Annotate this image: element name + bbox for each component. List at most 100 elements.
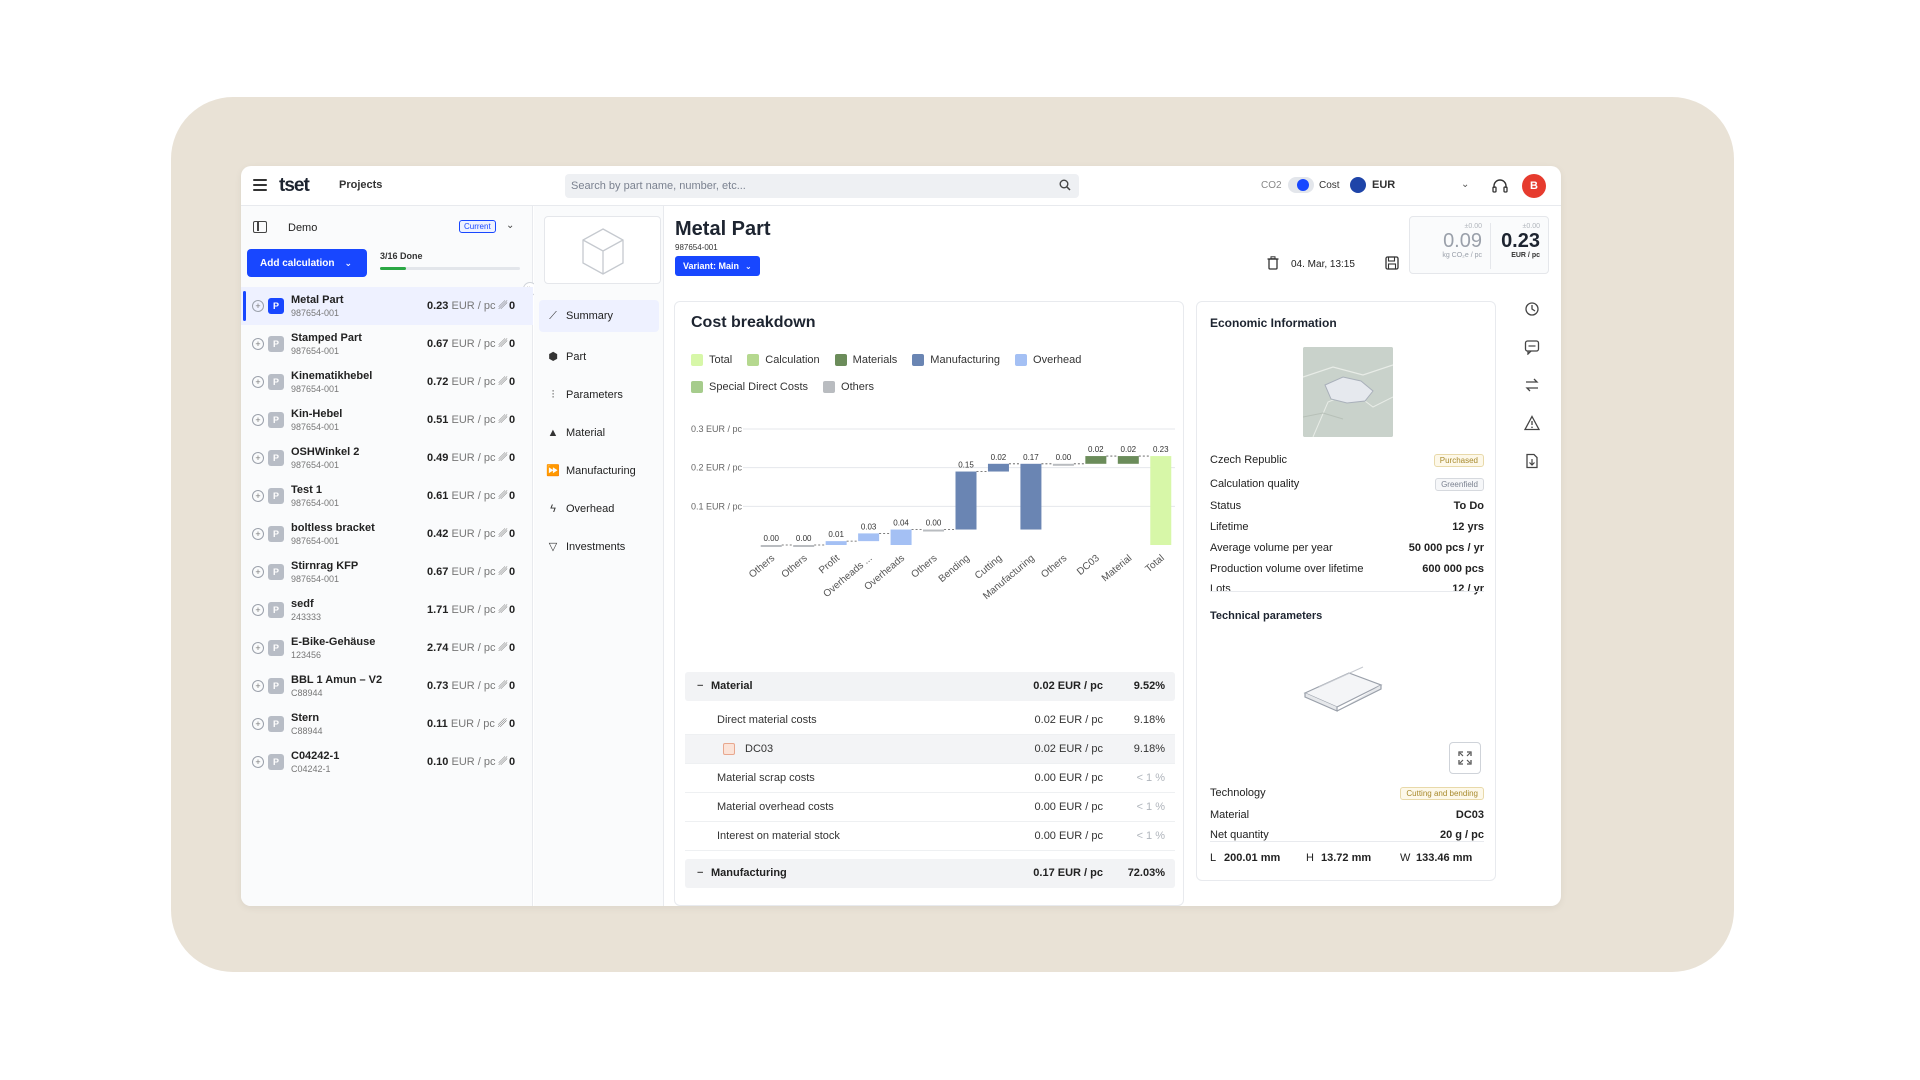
cost-sub-row[interactable]: Direct material costs 0.02 EUR / pc 9.18% [685, 706, 1175, 735]
legend-item[interactable]: Manufacturing [912, 346, 1000, 373]
nav-item-overhead[interactable]: ϟ Overhead [534, 490, 664, 528]
part-list-item[interactable]: + Psedf 243333 1.71 EUR / pc ␥ 0 [241, 591, 533, 629]
projects-link[interactable]: Projects [339, 179, 382, 191]
part-price: 0.10 EUR / pc ␥ [427, 756, 507, 769]
part-list-item[interactable]: + P Kin-Hebel 987654-001 0.51 EUR / pc ␥ 0 [241, 401, 533, 439]
part-thumbnail[interactable] [544, 216, 661, 284]
waterfall-bar[interactable] [987, 463, 1009, 472]
cost-sub-row[interactable]: DC03 0.02 EUR / pc 9.18% [685, 735, 1175, 764]
cost-sub-row[interactable]: Interest on material stock 0.00 EUR / pc <… [685, 822, 1175, 851]
history-icon[interactable] [1524, 301, 1540, 317]
waterfall-chart: 0.3 EUR / pc 0.2 EUR / pc 0.1 EUR / pc 0.00… [691, 424, 1175, 602]
add-circle-icon[interactable]: + [252, 490, 264, 502]
nav-item-summary[interactable]: ⟋ Summary [539, 300, 659, 332]
add-circle-icon[interactable]: + [252, 528, 264, 540]
search-input[interactable] [565, 174, 1035, 198]
warning-icon[interactable] [1524, 415, 1540, 431]
add-circle-icon[interactable]: + [252, 604, 264, 616]
part-3d-preview[interactable] [1297, 657, 1387, 717]
chevron-down-icon[interactable]: ⌄ [506, 220, 514, 231]
data-label: 0.02 [991, 453, 1007, 462]
nav-item-label: Parameters [566, 389, 623, 401]
waterfall-bar[interactable] [1117, 456, 1139, 464]
add-circle-icon[interactable]: + [252, 680, 264, 692]
legend-item[interactable]: Materials [834, 346, 897, 373]
cost-section-row[interactable]: − Material 0.02 EUR / pc 9.52% [685, 672, 1175, 701]
cost-sub-row[interactable]: Material overhead costs 0.00 EUR / pc < 1 … [685, 793, 1175, 822]
waterfall-bar[interactable] [1085, 456, 1107, 464]
cost-row-percent: < 1 % [1136, 801, 1165, 813]
waterfall-bar[interactable] [923, 529, 945, 532]
part-list-item[interactable]: + P Stirnrag KFP 987654-001 0.67 EUR / pc ␥ 0 [241, 553, 533, 591]
nav-item-part[interactable]: ⬢ Part [534, 338, 664, 376]
add-circle-icon[interactable]: + [252, 338, 264, 350]
legend-item[interactable]: Others [823, 373, 874, 400]
collapse-minus-icon[interactable]: − [697, 680, 703, 692]
legend-item[interactable]: Overhead [1015, 346, 1081, 373]
add-circle-icon[interactable]: + [252, 300, 264, 312]
nav-item-parameters[interactable]: ⫶ Parameters [534, 376, 664, 414]
variant-select[interactable]: Variant: Main ⌄ [675, 256, 760, 276]
headset-icon[interactable] [1491, 177, 1509, 195]
part-list-item[interactable]: + P BBL 1 Amun – V2 C88944 0.73 EUR / pc ␥ 0 [241, 667, 533, 705]
add-circle-icon[interactable]: + [252, 756, 264, 768]
part-list-item[interactable]: + P E-Bike-Gehäuse 123456 2.74 EUR / pc ␥ 0 [241, 629, 533, 667]
currency-select[interactable]: EUR [1372, 179, 1395, 191]
legend-item[interactable]: Special Direct Costs [691, 373, 808, 400]
legend-item[interactable]: Calculation [747, 346, 820, 373]
part-list-item[interactable]: + P Kinematikhebel 987654-001 0.72 EUR / pc ␥… [241, 363, 533, 401]
cost-sub-row[interactable]: Material scrap costs 0.00 EUR / pc < 1 % [685, 764, 1175, 793]
part-list-item[interactable]: + P Test 1 987654-001 0.61 EUR / pc ␥ 0 [241, 477, 533, 515]
add-circle-icon[interactable]: + [252, 718, 264, 730]
save-icon[interactable] [1385, 256, 1399, 270]
nav-item-investments[interactable]: ▽ Investments [534, 528, 664, 566]
cost-section-row[interactable]: − Manufacturing 0.17 EUR / pc 72.03% [685, 859, 1175, 888]
nav-item-material[interactable]: ▲ Material [534, 414, 664, 452]
add-calculation-button[interactable]: Add calculation ⌄ [247, 249, 367, 277]
hamburger-menu-icon[interactable] [253, 179, 267, 191]
expand-preview-button[interactable] [1449, 742, 1481, 774]
waterfall-bar[interactable] [1020, 463, 1042, 530]
legend-item[interactable]: Total [691, 346, 732, 373]
part-list-item[interactable]: + P Metal Part 987654-001 0.23 EUR / pc ␥ 0 [241, 287, 533, 325]
chevron-down-icon[interactable]: ⌄ [1461, 179, 1469, 190]
comment-icon[interactable] [1524, 339, 1540, 355]
economic-row: Lots 12 / yr [1210, 580, 1484, 600]
add-circle-icon[interactable]: + [252, 566, 264, 578]
user-avatar[interactable]: B [1522, 174, 1546, 198]
add-circle-icon[interactable]: + [252, 414, 264, 426]
trash-icon[interactable] [1267, 256, 1279, 270]
project-name[interactable]: Demo [288, 222, 317, 234]
app-logo[interactable]: tset [279, 175, 310, 197]
nav-item-manufacturing[interactable]: ⏩ Manufacturing [534, 452, 664, 490]
add-circle-icon[interactable]: + [252, 452, 264, 464]
part-list-item[interactable]: + P C04242-1 C04242-1 0.10 EUR / pc ␥ 0 [241, 743, 533, 781]
x-tick-label: Others [780, 553, 810, 581]
part-list-item[interactable]: + P OSHWinkel 2 987654-001 0.49 EUR / pc ␥ 0 [241, 439, 533, 477]
technical-parameters-title: Technical parameters [1210, 610, 1323, 622]
search-icon[interactable] [1059, 179, 1071, 191]
waterfall-bar[interactable] [858, 533, 880, 542]
waterfall-bar[interactable] [890, 529, 912, 545]
panel-toggle-icon[interactable] [253, 221, 267, 233]
waterfall-bar[interactable] [1150, 456, 1172, 545]
compare-icon[interactable] [1524, 377, 1540, 393]
co2-cost-toggle[interactable] [1288, 177, 1314, 193]
waterfall-bar[interactable] [793, 545, 815, 547]
part-list-item[interactable]: + P Stern C88944 0.11 EUR / pc ␥ 0 [241, 705, 533, 743]
part-price: 0.42 EUR / pc ␥ [427, 528, 507, 541]
waterfall-bar[interactable] [825, 541, 847, 545]
add-circle-icon[interactable]: + [252, 642, 264, 654]
co2-mini-icon: ␥ [498, 528, 508, 540]
waterfall-bar[interactable] [955, 471, 977, 530]
waterfall-bar[interactable] [1052, 463, 1074, 466]
part-list-item[interactable]: + Pboltless bracket 987654-001 0.42 EUR / p… [241, 515, 533, 553]
add-circle-icon[interactable]: + [252, 376, 264, 388]
cost-row-label: Manufacturing [711, 867, 787, 879]
collapse-minus-icon[interactable]: − [697, 867, 703, 879]
waterfall-bar[interactable] [760, 545, 782, 547]
cost-kpi: ±0.00 0.23 EUR / pc [1501, 223, 1540, 259]
triangle-icon: ▲ [547, 427, 559, 439]
export-icon[interactable] [1524, 453, 1540, 469]
part-list-item[interactable]: + P Stamped Part 987654-001 0.67 EUR / pc ␥ 0 [241, 325, 533, 363]
